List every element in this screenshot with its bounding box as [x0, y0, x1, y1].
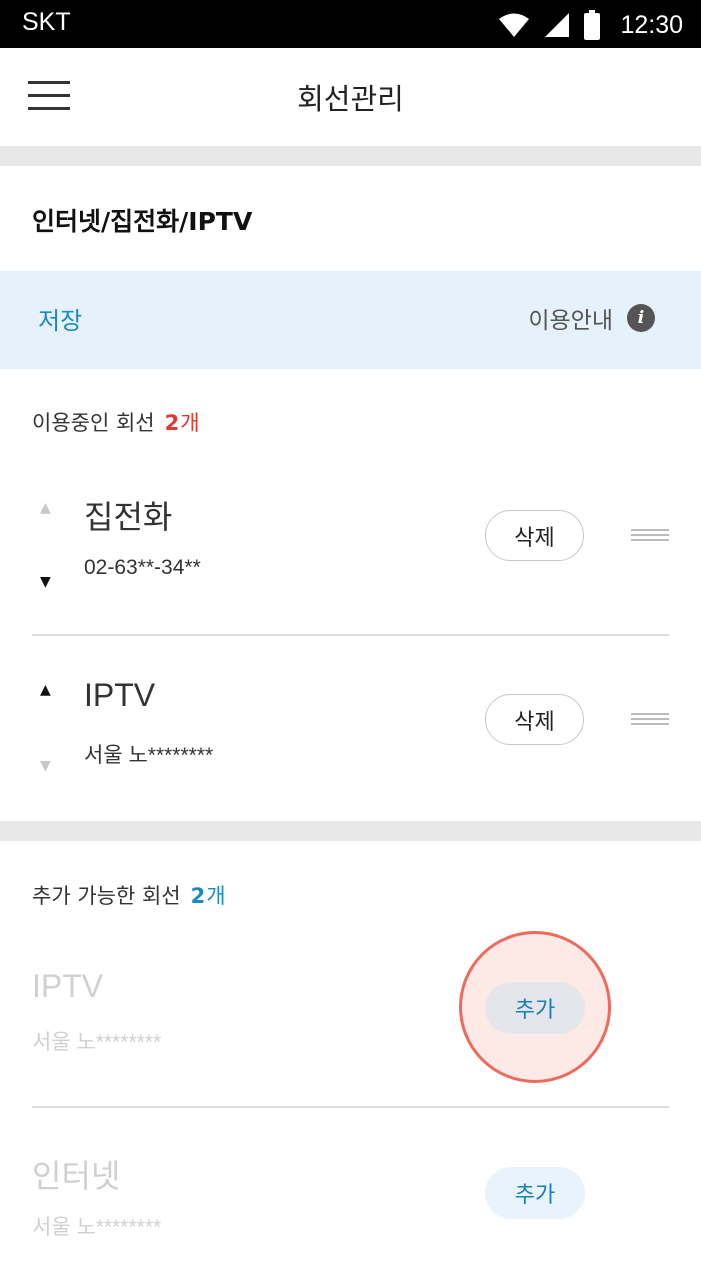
- line-name: 인터넷: [32, 1158, 121, 1194]
- line-address: 서울 노********: [32, 1216, 162, 1239]
- section-divider: [0, 146, 701, 166]
- page-title: 회선관리: [297, 82, 404, 116]
- drag-handle-icon[interactable]: [631, 713, 669, 727]
- clock: 12:30: [620, 10, 683, 39]
- add-button[interactable]: 추가: [485, 1167, 585, 1219]
- divider: [32, 1106, 669, 1108]
- move-down-arrow-icon[interactable]: ▼: [40, 758, 51, 774]
- line-name: 집전화: [84, 499, 173, 535]
- drag-handle-icon[interactable]: [631, 529, 669, 543]
- divider: [32, 634, 669, 636]
- available-count-unit: 개: [206, 884, 226, 908]
- action-bar: 저장 이용안내 i: [0, 271, 701, 369]
- cell-signal-icon: [545, 13, 570, 37]
- delete-button[interactable]: 삭제: [485, 510, 584, 561]
- move-down-arrow-icon[interactable]: ▼: [40, 574, 51, 590]
- info-icon: i: [627, 304, 655, 332]
- available-label: 추가 가능한 회선: [32, 884, 181, 908]
- move-up-arrow-icon[interactable]: ▲: [40, 500, 51, 516]
- line-name: IPTV: [32, 968, 104, 1004]
- line-number: 02-63**-34**: [84, 556, 201, 579]
- in-use-count: 2: [164, 411, 180, 435]
- move-up-arrow-icon[interactable]: ▲: [40, 682, 51, 698]
- section-title: 인터넷/집전화/IPTV: [32, 207, 253, 236]
- carrier-label: SKT: [22, 8, 71, 36]
- app-bar: 회선관리: [0, 48, 701, 146]
- save-button[interactable]: 저장: [38, 301, 82, 336]
- line-address: 서울 노********: [32, 1031, 162, 1054]
- guide-button[interactable]: 이용안내 i: [528, 301, 655, 335]
- in-use-count-unit: 개: [180, 411, 200, 435]
- add-button[interactable]: 추가: [485, 982, 585, 1034]
- status-icons: 12:30: [498, 8, 683, 42]
- wifi-icon: [499, 13, 530, 37]
- guide-label: 이용안내: [528, 308, 613, 334]
- delete-button[interactable]: 삭제: [485, 694, 584, 745]
- list-item: ▲ ▼ IPTV 서울 노******** 삭제: [0, 655, 701, 820]
- available-count-row: 추가 가능한 회선 2개: [32, 880, 226, 910]
- line-name: IPTV: [84, 677, 156, 713]
- status-bar: SKT 12:30: [0, 0, 701, 48]
- in-use-count-row: 이용중인 회선 2개: [32, 407, 200, 437]
- battery-icon: [584, 10, 601, 40]
- list-item: ▲ ▼ 집전화 02-63**-34** 삭제: [0, 470, 701, 635]
- line-address: 서울 노********: [84, 744, 214, 767]
- list-item: 인터넷 서울 노******** 추가: [0, 1125, 701, 1275]
- section-divider: [0, 821, 701, 841]
- available-count: 2: [190, 884, 206, 908]
- in-use-label: 이용중인 회선: [32, 411, 155, 435]
